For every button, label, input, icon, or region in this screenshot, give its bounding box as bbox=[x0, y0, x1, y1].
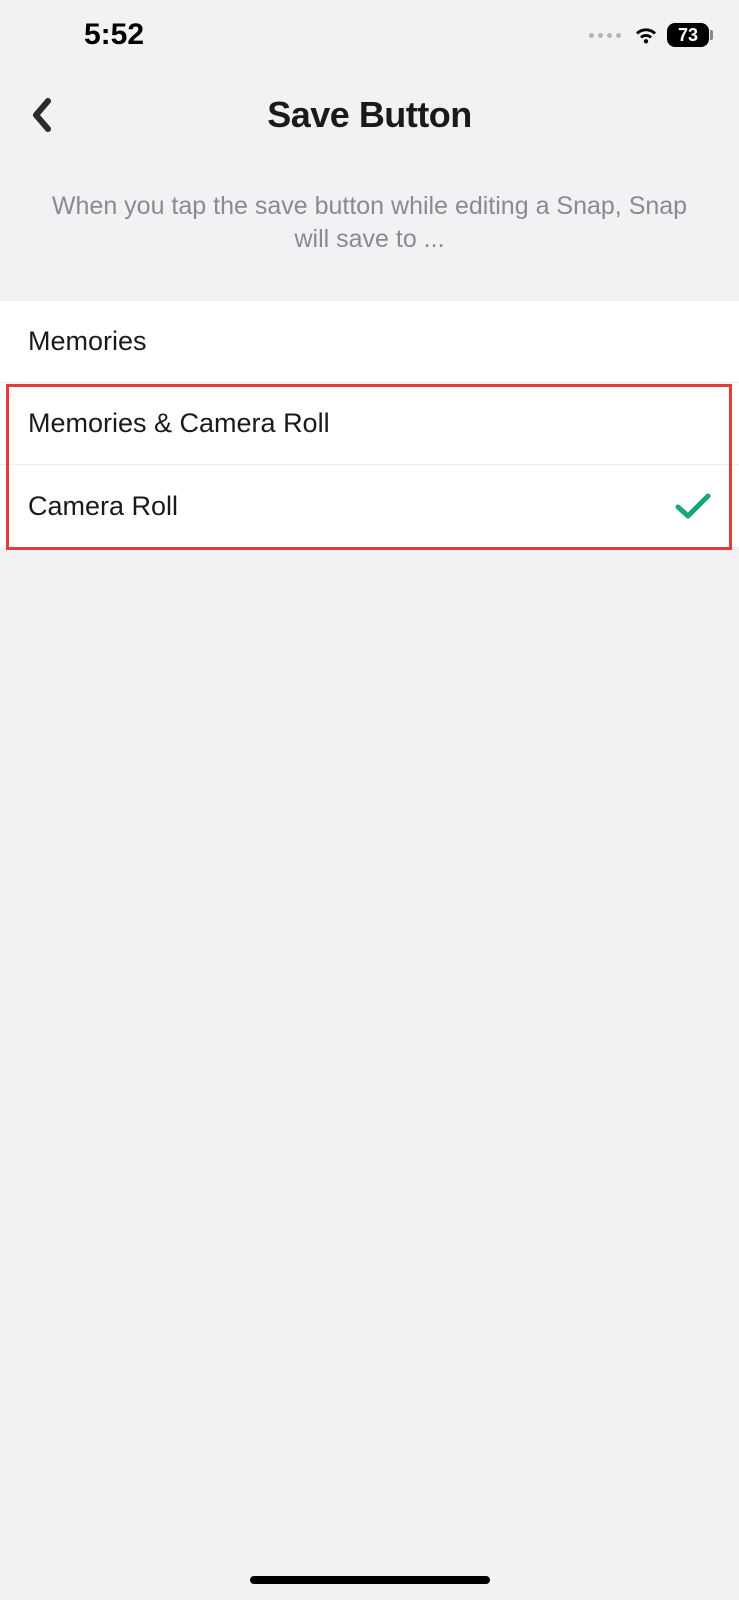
option-memories[interactable]: Memories bbox=[0, 301, 739, 383]
option-label: Camera Roll bbox=[28, 491, 178, 522]
option-memories-camera-roll[interactable]: Memories & Camera Roll bbox=[0, 383, 739, 465]
back-button[interactable] bbox=[22, 95, 62, 135]
option-label: Memories bbox=[28, 326, 147, 357]
home-indicator[interactable] bbox=[250, 1576, 490, 1584]
wifi-icon bbox=[633, 25, 659, 45]
option-camera-roll[interactable]: Camera Roll bbox=[0, 465, 739, 547]
checkmark-icon bbox=[675, 492, 711, 520]
battery-level: 73 bbox=[678, 26, 698, 44]
battery-icon: 73 bbox=[667, 23, 709, 47]
page-description: When you tap the save button while editi… bbox=[0, 160, 739, 301]
options-list: Memories Memories & Camera Roll Camera R… bbox=[0, 301, 739, 547]
option-label: Memories & Camera Roll bbox=[28, 408, 330, 439]
signal-dots-icon bbox=[589, 33, 621, 38]
status-right: 73 bbox=[589, 23, 709, 47]
status-time: 5:52 bbox=[84, 18, 144, 52]
chevron-left-icon bbox=[31, 98, 53, 132]
nav-header: Save Button bbox=[0, 70, 739, 160]
page-title: Save Button bbox=[267, 94, 472, 136]
status-bar: 5:52 73 bbox=[0, 0, 739, 70]
